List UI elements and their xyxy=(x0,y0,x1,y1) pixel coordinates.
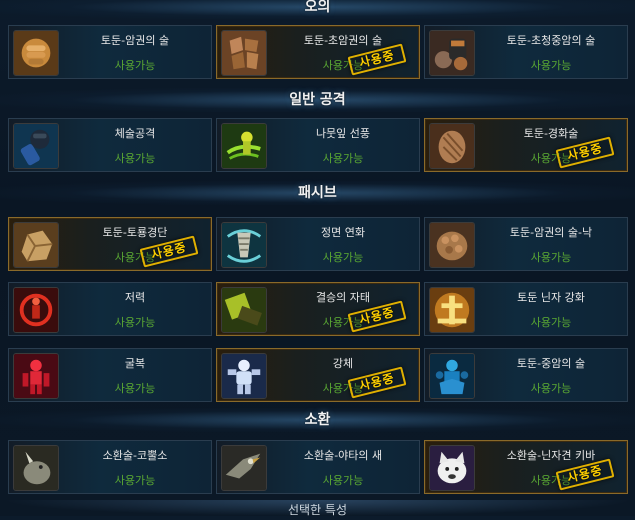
skill-status: 사용가능 xyxy=(530,59,572,72)
skill-name: 토둔-암권의 술 xyxy=(100,34,170,47)
rock-body-icon xyxy=(221,30,267,76)
skill-card[interactable]: 정면 연화 사용가능 xyxy=(216,217,420,271)
skill-card[interactable]: 소환술-닌자견 키바 사용가능 사용중 xyxy=(424,440,628,494)
section-title-summon: 소환 xyxy=(304,412,331,428)
rock-fist-icon xyxy=(429,222,475,268)
skill-card[interactable]: 소환술-야타의 새 사용가능 xyxy=(216,440,420,494)
bird-icon xyxy=(221,445,267,491)
heavy-rock-icon xyxy=(429,353,475,399)
hardening-icon xyxy=(429,123,475,169)
skill-name: 토둔 닌자 강화 xyxy=(517,291,585,304)
skill-name: 소환술-야타의 새 xyxy=(303,449,383,462)
skill-status: 사용가능 xyxy=(322,152,364,165)
skill-name: 토둔-초청중암의 술 xyxy=(506,34,596,47)
skill-status: 사용가능 xyxy=(114,316,156,329)
skill-status: 사용가능 xyxy=(322,474,364,487)
skill-card[interactable]: 소환술-코뿔소 사용가능 xyxy=(8,440,212,494)
drill-icon xyxy=(221,222,267,268)
selected-traits-title: 선택한 특성 xyxy=(0,500,635,517)
skill-status: 사용가능 xyxy=(530,382,572,395)
skill-card[interactable]: 토둔-암권의 술-낙 사용가능 xyxy=(424,217,628,271)
skill-status: 사용가능 xyxy=(114,474,156,487)
section-title-ougi: 오의 xyxy=(304,0,331,15)
skill-name: 토둔-중암의 술 xyxy=(516,357,586,370)
skill-name: 굴복 xyxy=(124,357,146,370)
skill-card[interactable]: 굴복 사용가능 xyxy=(8,348,212,402)
skill-status: 사용가능 xyxy=(322,251,364,264)
skill-name: 토둔-암권의 술-낙 xyxy=(509,226,593,239)
skill-card[interactable]: 토둔-토룡경단 사용가능 사용중 xyxy=(8,217,212,271)
strong-body-icon xyxy=(221,353,267,399)
skill-card[interactable]: 토둔-초청중암의 술 사용가능 xyxy=(424,25,628,79)
power-icon xyxy=(13,287,59,333)
gauntlet-icon xyxy=(13,123,59,169)
skill-card[interactable]: 결승의 자태 사용가능 사용중 xyxy=(216,282,420,336)
skill-status: 사용가능 xyxy=(114,382,156,395)
heavy-punch-icon xyxy=(429,30,475,76)
skill-status: 사용가능 xyxy=(114,59,156,72)
ninja-dog-icon xyxy=(429,445,475,491)
skill-card[interactable]: 토둔-경화술 사용가능 사용중 xyxy=(424,118,628,172)
skill-card[interactable]: 토둔 닌자 강화 사용가능 xyxy=(424,282,628,336)
skill-name: 저력 xyxy=(124,291,146,304)
skill-status: 사용가능 xyxy=(114,152,156,165)
skill-status: 사용가능 xyxy=(530,316,572,329)
fist-icon xyxy=(13,30,59,76)
skill-card[interactable]: 강체 사용가능 사용중 xyxy=(216,348,420,402)
skill-name: 소환술-코뿔소 xyxy=(102,449,168,462)
submission-icon xyxy=(13,353,59,399)
skill-card[interactable]: 체술공격 사용가능 xyxy=(8,118,212,172)
skill-name: 정면 연화 xyxy=(321,226,365,239)
section-title-passive: 패시브 xyxy=(298,185,337,201)
stance-icon xyxy=(221,287,267,333)
rhino-icon xyxy=(13,445,59,491)
skill-name: 나뭇잎 선풍 xyxy=(315,127,371,140)
skill-name: 체술공격 xyxy=(114,127,156,140)
skill-card[interactable]: 토둔-중암의 술 사용가능 xyxy=(424,348,628,402)
earth-kanji-icon xyxy=(429,287,475,333)
boulder-icon xyxy=(13,222,59,268)
skill-card[interactable]: 나뭇잎 선풍 사용가능 xyxy=(216,118,420,172)
skill-card[interactable]: 저력 사용가능 xyxy=(8,282,212,336)
skill-card[interactable]: 토둔-초암권의 술 사용가능 사용중 xyxy=(216,25,420,79)
section-title-normal-attack: 일반 공격 xyxy=(289,92,346,108)
leaf-whirlwind-icon xyxy=(221,123,267,169)
skill-status: 사용가능 xyxy=(530,251,572,264)
skill-card[interactable]: 토둔-암권의 술 사용가능 xyxy=(8,25,212,79)
